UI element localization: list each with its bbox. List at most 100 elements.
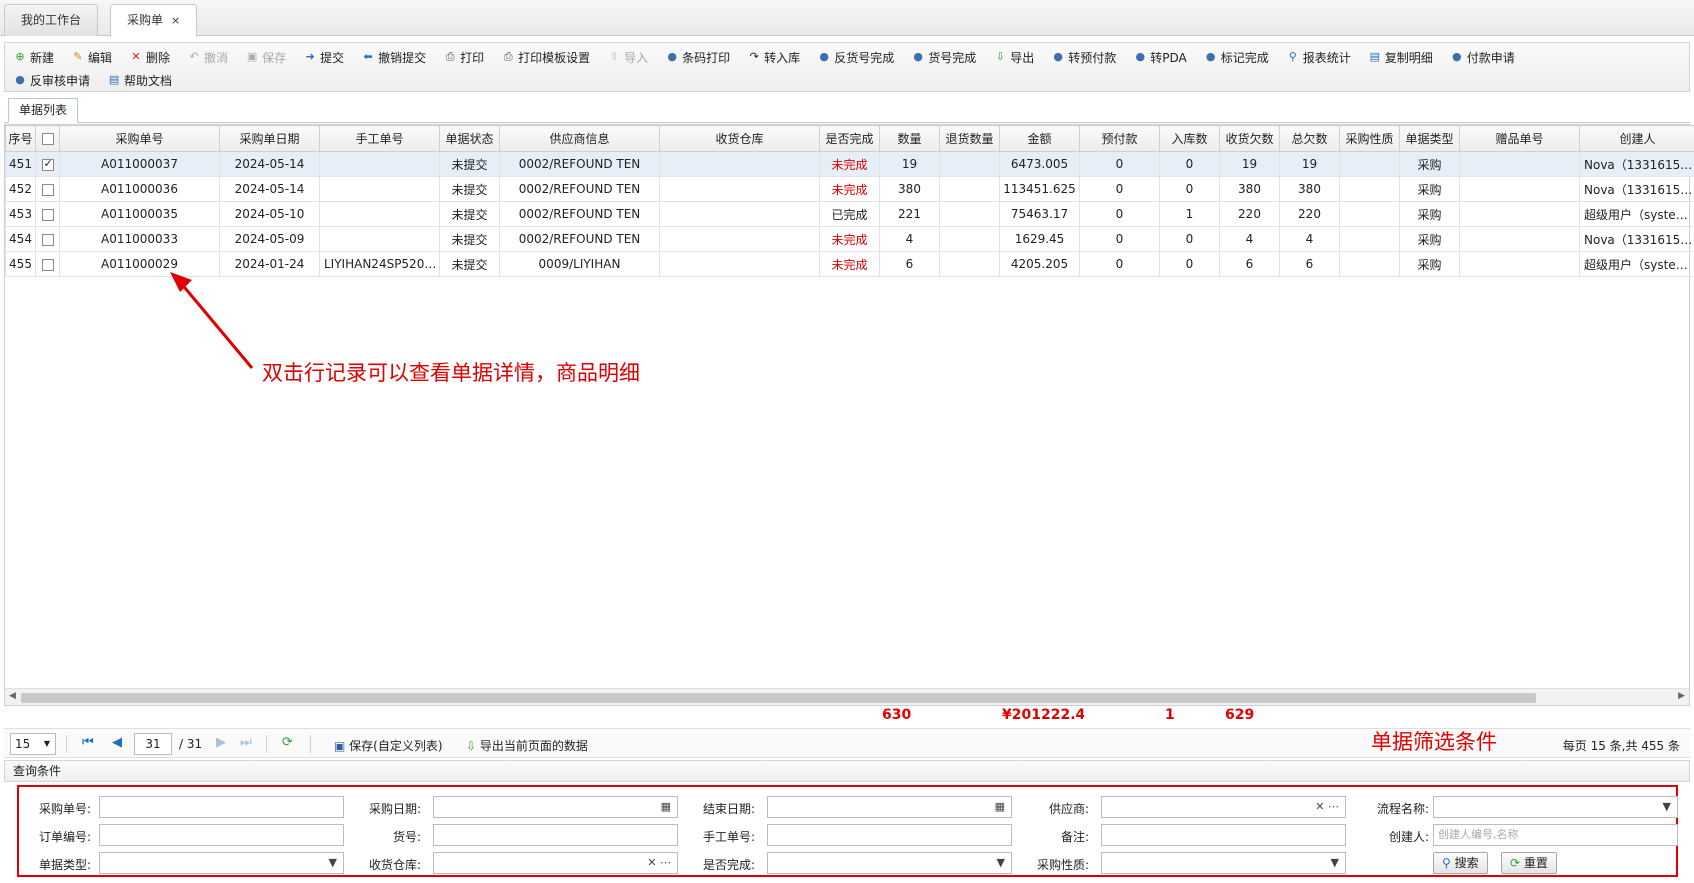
toolbar-button[interactable]: ● 反审核申请 <box>13 72 90 89</box>
checkbox[interactable] <box>41 208 54 221</box>
tab-purchase-order[interactable]: 采购单 × <box>110 4 198 37</box>
order-code-input[interactable] <box>99 824 344 846</box>
toolbar-button[interactable]: ⊕ 新建 <box>13 49 54 66</box>
checkbox[interactable] <box>41 183 54 196</box>
row-checkbox-cell[interactable] <box>35 226 60 252</box>
checkbox[interactable] <box>41 133 54 145</box>
scroll-left-icon[interactable]: ◀ <box>9 691 16 701</box>
page-size-select[interactable]: 15 ▼ <box>10 733 56 755</box>
calendar-icon[interactable]: ▦ <box>995 797 1005 817</box>
toolbar-button[interactable]: ⇩ 导出 <box>993 49 1035 66</box>
remark-input[interactable] <box>1101 824 1346 846</box>
column-header[interactable]: 采购单日期 <box>219 125 320 152</box>
toolbar-button[interactable]: ● 转预付款 <box>1051 49 1116 66</box>
table-row[interactable]: 454 A011000033 2024-05-09 未提交 0002/REFOUND T… <box>5 226 1694 252</box>
toolbar-button[interactable]: ✎ 编辑 <box>71 49 112 66</box>
page-number-input[interactable]: 31 <box>134 733 172 755</box>
last-page-icon[interactable]: ⏭ <box>240 735 252 750</box>
row-checkbox-cell[interactable] <box>35 151 60 177</box>
toolbar-button[interactable]: ⇧ 导入 <box>607 49 649 66</box>
end-date-input[interactable]: ▦ <box>767 796 1012 818</box>
column-header[interactable]: 单据状态 <box>439 125 500 152</box>
toolbar-button[interactable]: ↶ 撤消 <box>187 49 228 66</box>
tab-workbench[interactable]: 我的工作台 <box>4 4 99 36</box>
column-header[interactable]: 数量 <box>879 125 940 152</box>
toolbar-button[interactable]: ⚲ 报表统计 <box>1286 49 1351 66</box>
clear-and-more-icon[interactable]: ✕ ⋯ <box>1315 797 1339 817</box>
column-header[interactable]: 创建人 <box>1579 125 1694 152</box>
is-done-select[interactable]: ▼ <box>767 852 1012 874</box>
checkbox[interactable] <box>41 258 54 271</box>
column-header[interactable]: 赠品单号 <box>1459 125 1580 152</box>
table-cell <box>319 226 440 252</box>
toolbar-button[interactable]: ⬅ 撤销提交 <box>361 49 426 66</box>
toolbar-button[interactable]: ● 标记完成 <box>1204 49 1269 66</box>
checkbox[interactable] <box>41 157 54 171</box>
checkbox[interactable] <box>41 233 54 246</box>
export-page-button[interactable]: ⇩ 导出当前页面的数据 <box>466 737 588 754</box>
table-cell: 220 <box>1219 201 1280 227</box>
column-header[interactable]: 退货数量 <box>939 125 1000 152</box>
clear-and-more-icon[interactable]: ✕ ⋯ <box>647 853 671 873</box>
toolbar-button[interactable]: ✕ 删除 <box>129 49 170 66</box>
item-no-input[interactable] <box>433 824 678 846</box>
column-header[interactable]: 收货欠数 <box>1219 125 1280 152</box>
column-header[interactable]: 收货仓库 <box>659 125 820 152</box>
doc-type-select[interactable]: ▼ <box>99 852 344 874</box>
toolbar-button[interactable]: ⎙ 打印 <box>443 49 484 66</box>
table-row[interactable]: 453 A011000035 2024-05-10 未提交 0002/REFOUND T… <box>5 201 1694 227</box>
refresh-icon[interactable]: ⟳ <box>282 735 293 750</box>
column-header[interactable]: 入库数 <box>1159 125 1220 152</box>
toolbar-button[interactable]: ● 货号完成 <box>911 49 976 66</box>
toolbar-button[interactable]: ● 付款申请 <box>1450 49 1515 66</box>
row-checkbox-cell[interactable] <box>35 176 60 202</box>
row-checkbox-cell[interactable] <box>35 251 60 277</box>
toolbar-button[interactable]: ● 条码打印 <box>665 49 730 66</box>
order-no-input[interactable] <box>99 796 344 818</box>
reset-button[interactable]: ⟳ 重置 <box>1501 852 1557 874</box>
table-row[interactable]: 452 A011000036 2024-05-14 未提交 0002/REFOUND T… <box>5 176 1694 202</box>
toolbar-button-label: 反货号完成 <box>834 50 895 65</box>
row-checkbox-cell[interactable] <box>35 201 60 227</box>
total-instock: 1 <box>1165 707 1175 723</box>
save-custom-list-button[interactable]: ▣ 保存(自定义列表) <box>334 737 443 754</box>
column-header[interactable]: 金额 <box>999 125 1080 152</box>
toolbar-button[interactable]: ▤ 帮助文档 <box>107 72 172 89</box>
calendar-icon[interactable]: ▦ <box>661 797 671 817</box>
next-page-icon[interactable]: ▶ <box>216 735 226 750</box>
toolbar-button[interactable]: ● 转PDA <box>1133 49 1186 66</box>
table-row[interactable]: 451 A0110000372024-05-14 未提交0002/REFOUND T… <box>5 151 1694 177</box>
column-header[interactable]: 供应商信息 <box>499 125 660 152</box>
toolbar-button[interactable]: ▣ 保存 <box>245 49 286 66</box>
search-button[interactable]: ⚲ 搜索 <box>1433 852 1488 874</box>
order-date-input[interactable]: ▦ <box>433 796 678 818</box>
manual-no-input[interactable] <box>767 824 1012 846</box>
column-header[interactable]: 手工单号 <box>319 125 440 152</box>
table-row[interactable]: 455 A0110000292024-01-24LIYIHAN24SP520240… <box>5 251 1694 277</box>
close-icon[interactable]: × <box>171 14 180 27</box>
column-header[interactable]: 采购单号 <box>59 125 220 152</box>
scroll-right-icon[interactable]: ▶ <box>1678 691 1685 701</box>
column-header[interactable]: 预付款 <box>1079 125 1160 152</box>
column-header[interactable]: 单据类型 <box>1399 125 1460 152</box>
toolbar-button[interactable]: ↷ 转入库 <box>747 49 801 66</box>
warehouse-input[interactable]: ✕ ⋯ <box>433 852 678 874</box>
tab-document-list[interactable]: 单据列表 <box>8 98 79 123</box>
scrollbar-thumb[interactable] <box>21 693 1536 703</box>
prev-page-icon[interactable]: ◀ <box>112 735 122 750</box>
creator-input[interactable]: 创建人编号,名称 <box>1433 824 1678 846</box>
flow-name-select[interactable]: ▼ <box>1433 796 1678 818</box>
column-header[interactable]: 总欠数 <box>1279 125 1340 152</box>
nature-select[interactable]: ▼ <box>1101 852 1346 874</box>
column-header[interactable]: 采购性质 <box>1339 125 1400 152</box>
horizontal-scrollbar[interactable]: ◀ ▶ <box>5 688 1689 705</box>
column-header[interactable]: 序号 <box>5 125 36 152</box>
select-all-checkbox[interactable] <box>35 125 60 152</box>
toolbar-button[interactable]: ● 反货号完成 <box>817 49 894 66</box>
supplier-input[interactable]: ✕ ⋯ <box>1101 796 1346 818</box>
column-header[interactable]: 是否完成 <box>819 125 880 152</box>
toolbar-button[interactable]: ➜ 提交 <box>303 49 344 66</box>
toolbar-button[interactable]: ▤ 复制明细 <box>1368 49 1433 66</box>
toolbar-button[interactable]: ⎙ 打印模板设置 <box>501 49 590 66</box>
first-page-icon[interactable]: ⏮ <box>82 735 94 750</box>
